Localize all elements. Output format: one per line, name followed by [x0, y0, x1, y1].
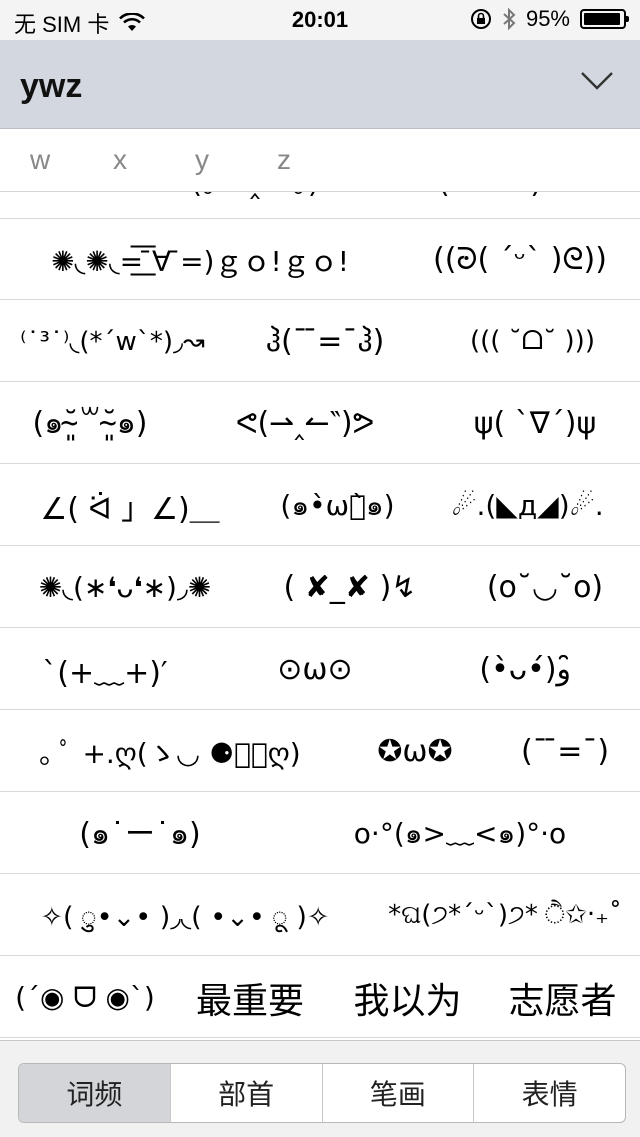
emoticon-candidate[interactable]: ✪ω✪ [340, 711, 490, 792]
emoticon-candidate[interactable]: ⊙ω⊙ [210, 629, 420, 710]
rotation-lock-icon [470, 9, 491, 29]
emoticon-candidate[interactable]: ((ᘒ( ´ᵕ` )ᘓ)) [400, 219, 640, 300]
sort-segmented-control: 词频 部首 笔画 表情 [18, 1063, 626, 1123]
status-bar: 无 SIM 卡 20:01 95% [0, 0, 640, 40]
emoticon-candidate[interactable]: *ଘ(੭*ˊᵕˋ)੭* ੈ✩‧₊˚ [370, 875, 640, 956]
word-candidate[interactable]: 我以为 [330, 957, 485, 1038]
candidate-row: (´◉ ᗜ ◉`) 最重要 我以为 志愿者 [0, 957, 640, 1038]
emoticon-candidate[interactable]: ((( ˘ᗝ˘ ))) [425, 301, 640, 382]
emoticon-candidate[interactable]: (๑•̀ωก̀๑) [260, 465, 415, 546]
chevron-down-icon[interactable] [580, 70, 614, 92]
emoticon-candidate[interactable]: ⁽˙³˙⁾◟(*´w`*)◞↝ [0, 301, 225, 382]
emoticon-candidate[interactable]: ｡ ﾟ +.ღ(ゝ◡ ⚈᷀᷁ღ) [0, 711, 340, 792]
candidate-row: `(+﹏+)′ ⊙ω⊙ (•̀ᴗ•́)و ̑̑ [0, 629, 640, 710]
emoticon-candidate[interactable]: ჰ(¯ ̄=¯ჰ) [225, 301, 425, 382]
emoticon-candidate[interactable]: (๑˙ー˙๑) [0, 793, 280, 874]
tab-radical[interactable]: 部首 [171, 1064, 323, 1122]
emoticon-candidate[interactable]: ψ( `∇´)ψ [430, 383, 640, 464]
candidate-row: ∠( ᐛ 」∠)＿ (๑•̀ωก̀๑) ☄.(◣д◢)☄. [0, 465, 640, 546]
candidate-list[interactable]: (´·ω·`) (｡•ˇ‸ˇ•｡) (・∀・) ✺◟✺◟=͟͟͞͞ ̄∀ ̄=)… [0, 192, 640, 1040]
status-right: 95% [470, 6, 629, 32]
emoticon-candidate[interactable]: (¯ ̄=¯) [490, 711, 640, 792]
pinyin-option-x[interactable]: x [113, 144, 127, 176]
candidate-header: ywz [0, 40, 640, 129]
candidate-row: ✺◟(∗❛ᴗ❛∗)◞✺ ( ✘_✘ )↯ (o˘◡˘o) [0, 547, 640, 628]
emoticon-candidate[interactable]: (´◉ ᗜ ◉`) [0, 957, 170, 1038]
emoticon-candidate[interactable]: ☄.(◣д◢)☄. [415, 465, 640, 546]
sort-bar: 词频 部首 笔画 表情 [0, 1040, 640, 1137]
emoticon-candidate[interactable]: (๑˘̴͈꒳˘̴͈๑) [0, 383, 180, 464]
battery-fill [584, 13, 620, 25]
pinyin-option-z[interactable]: z [277, 144, 291, 176]
bluetooth-icon [503, 7, 516, 31]
pinyin-option-w[interactable]: w [30, 144, 50, 176]
pinyin-filter-row: w x y z [0, 129, 640, 192]
candidate-row: (´·ω·`) (｡•ˇ‸ˇ•｡) (・∀・) [0, 192, 640, 219]
battery-percent: 95% [525, 6, 570, 31]
tab-strokes[interactable]: 笔画 [323, 1064, 475, 1122]
emoticon-candidate[interactable]: `(+﹏+)′ [0, 629, 210, 710]
candidate-row: ⁽˙³˙⁾◟(*´w`*)◞↝ ჰ(¯ ̄=¯ჰ) ((( ˘ᗝ˘ ))) [0, 301, 640, 382]
emoticon-candidate[interactable]: (・∀・) [340, 192, 640, 219]
tab-frequency[interactable]: 词频 [19, 1064, 171, 1122]
emoticon-candidate[interactable]: ∠( ᐛ 」∠)＿ [0, 465, 260, 546]
emoticon-candidate[interactable]: (´·ω·`) [0, 192, 170, 219]
candidate-row: (๑˘̴͈꒳˘̴͈๑) ᕙ(⇀‸↼‶)ᕗ ψ( `∇´)ψ [0, 383, 640, 464]
emoticon-candidate[interactable]: (•̀ᴗ•́)و ̑̑ [420, 629, 640, 710]
candidate-row: ✺◟✺◟=͟͟͞͞ ̄∀ ̄=)ｇｏ!ｇｏ! ((ᘒ( ´ᵕ` )ᘓ)) [0, 219, 640, 300]
tab-emoticons[interactable]: 表情 [474, 1064, 625, 1122]
emoticon-candidate[interactable]: ✧( ु•⌄• )◞◟( •⌄• ू )✧ [0, 875, 370, 956]
emoticon-candidate[interactable]: ✺◟(∗❛ᴗ❛∗)◞✺ [0, 547, 250, 628]
emoticon-candidate[interactable]: ᕙ(⇀‸↼‶)ᕗ [180, 383, 430, 464]
emoticon-candidate[interactable]: ( ✘_✘ )↯ [250, 547, 450, 628]
battery-icon [580, 9, 629, 29]
candidate-row: ｡ ﾟ +.ღ(ゝ◡ ⚈᷀᷁ღ) ✪ω✪ (¯ ̄=¯) [0, 711, 640, 792]
word-candidate[interactable]: 志愿者 [485, 957, 640, 1038]
input-pinyin-title: ywz [20, 67, 83, 105]
word-candidate[interactable]: 最重要 [170, 957, 330, 1038]
emoticon-candidate[interactable]: (｡•ˇ‸ˇ•｡) [170, 192, 340, 219]
candidate-row: ✧( ु•⌄• )◞◟( •⌄• ू )✧ *ଘ(੭*ˊᵕˋ)੭* ੈ✩‧₊˚ [0, 875, 640, 956]
emoticon-candidate[interactable]: ✺◟✺◟=͟͟͞͞ ̄∀ ̄=)ｇｏ!ｇｏ! [0, 219, 400, 300]
emoticon-candidate[interactable]: (o˘◡˘o) [450, 547, 640, 628]
emoticon-candidate[interactable]: o·°(๑>﹏<๑)°·o [280, 793, 640, 874]
pinyin-option-y[interactable]: y [195, 144, 209, 176]
candidate-row: (๑˙ー˙๑) o·°(๑>﹏<๑)°·o [0, 793, 640, 874]
